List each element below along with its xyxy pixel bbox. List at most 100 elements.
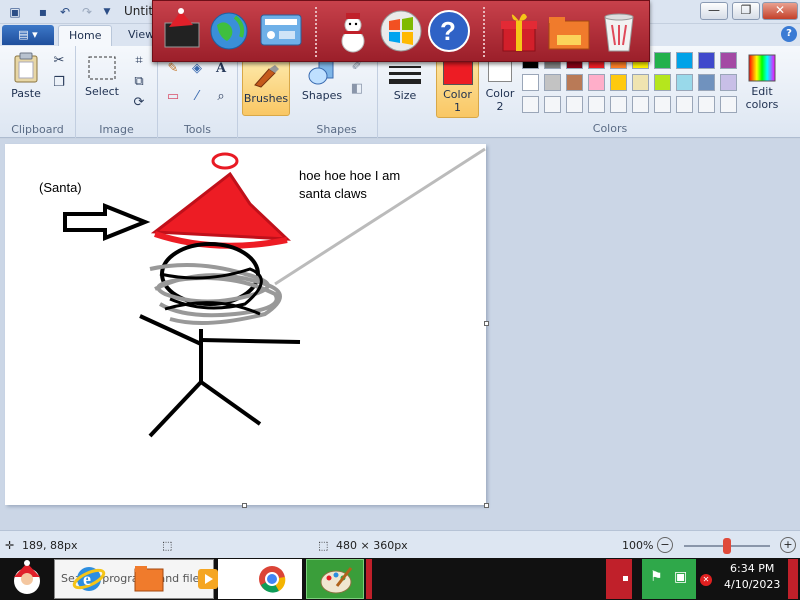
drawing-canvas[interactable]: (Santa) hoe hoe hoe I am santa claws xyxy=(5,144,486,505)
resize-handle-bottom[interactable] xyxy=(242,503,247,508)
paste-button[interactable]: Paste xyxy=(6,52,46,100)
santa-computer-icon[interactable] xyxy=(159,7,207,55)
magnifier-icon[interactable]: ⌕ xyxy=(212,88,230,106)
stick-leg-right xyxy=(199,380,262,426)
crop-icon[interactable]: ⌗ xyxy=(130,52,148,70)
zoom-slider-thumb[interactable] xyxy=(723,538,731,554)
palette-swatch[interactable] xyxy=(720,52,737,69)
clock-date[interactable]: 4/10/2023 xyxy=(724,578,780,591)
customize-toolbar-icon[interactable]: ▼ xyxy=(98,3,116,21)
color-picker-icon[interactable]: ⁄ xyxy=(188,88,206,106)
internet-explorer-icon[interactable]: e xyxy=(72,559,106,599)
copy-icon[interactable]: ❐ xyxy=(50,74,68,92)
drawing-layer: (Santa) hoe hoe hoe I am santa claws xyxy=(39,147,486,438)
palette-swatch[interactable] xyxy=(610,96,627,113)
windows-logo-icon[interactable] xyxy=(377,7,425,55)
palette-swatch[interactable] xyxy=(522,96,539,113)
edit-colors-button[interactable]: Edit colors xyxy=(742,54,782,111)
palette-swatch[interactable] xyxy=(654,74,671,91)
snowman-icon[interactable] xyxy=(329,7,377,55)
zoom-out-button[interactable]: − xyxy=(657,537,673,553)
status-bar: ✛ 189, 88px ⬚ ⬚ 480 × 360px 100% − + xyxy=(0,530,800,558)
folder-icon[interactable] xyxy=(545,7,593,55)
text-icon[interactable]: A xyxy=(212,60,230,78)
pencil-icon[interactable]: ✎ xyxy=(164,60,182,78)
palette-swatch[interactable] xyxy=(676,74,693,91)
action-center-flag-icon[interactable]: ⚑ xyxy=(650,569,663,585)
brushes-button[interactable]: Brushes xyxy=(242,60,290,116)
notification-area[interactable]: ⚑ ▣ xyxy=(642,559,696,599)
shapes-label: Shapes xyxy=(301,89,343,102)
palette-swatch[interactable] xyxy=(720,96,737,113)
palette-swatch[interactable] xyxy=(610,74,627,91)
palette-swatch[interactable] xyxy=(698,74,715,91)
paste-label: Paste xyxy=(11,87,41,100)
palette-swatch[interactable] xyxy=(544,96,561,113)
fill-shape-icon[interactable]: ◧ xyxy=(348,80,366,98)
palette-swatch[interactable] xyxy=(698,96,715,113)
eraser-icon[interactable]: ▭ xyxy=(164,88,182,106)
close-button[interactable]: ✕ xyxy=(762,2,798,20)
recycle-bin-icon[interactable] xyxy=(595,7,643,55)
selection-size-icon: ⬚ xyxy=(162,539,173,552)
tools-group-label: Tools xyxy=(183,123,212,136)
media-player-icon[interactable] xyxy=(196,559,220,599)
zoom-slider-track[interactable] xyxy=(684,538,770,554)
color2-index: 2 xyxy=(496,100,504,113)
shapes-button[interactable]: Shapes xyxy=(300,58,344,102)
size-button[interactable]: Size xyxy=(384,64,426,102)
rotate-icon[interactable]: ⟳ xyxy=(130,94,148,112)
paint-app-icon[interactable]: ▣ xyxy=(6,3,24,21)
select-icon xyxy=(88,56,116,80)
resize-handle-right[interactable] xyxy=(484,321,489,326)
gift-icon[interactable] xyxy=(495,7,543,55)
resize-handle-corner[interactable] xyxy=(484,503,489,508)
palette-swatch[interactable] xyxy=(654,52,671,69)
help-button[interactable]: ? xyxy=(781,26,797,42)
palette-swatch[interactable] xyxy=(566,74,583,91)
redo-icon[interactable]: ↷ xyxy=(78,3,96,21)
help-icon[interactable]: ? xyxy=(425,7,473,55)
palette-swatch[interactable] xyxy=(654,96,671,113)
network-icon[interactable]: ▣ xyxy=(674,569,687,585)
palette-swatch[interactable] xyxy=(522,74,539,91)
cut-icon[interactable]: ✂ xyxy=(50,52,68,70)
palette-swatch[interactable] xyxy=(720,74,737,91)
palette-swatch[interactable] xyxy=(566,96,583,113)
palette-swatch[interactable] xyxy=(676,52,693,69)
svg-text:?: ? xyxy=(440,16,456,46)
palette-swatch[interactable] xyxy=(588,74,605,91)
zoom-in-button[interactable]: + xyxy=(780,537,796,553)
select-button[interactable]: Select xyxy=(82,54,122,98)
fill-icon[interactable]: ◈ xyxy=(188,60,206,78)
paint-taskbar-button[interactable] xyxy=(306,559,364,599)
ie-logo-icon: e xyxy=(72,567,106,591)
save-icon[interactable]: ▪ xyxy=(34,3,52,21)
clock-time[interactable]: 6:34 PM xyxy=(730,562,774,575)
palette-swatch[interactable] xyxy=(698,52,715,69)
palette-swatch[interactable] xyxy=(544,74,561,91)
palette-swatch[interactable] xyxy=(588,96,605,113)
undo-icon[interactable]: ↶ xyxy=(56,3,74,21)
palette-swatch[interactable] xyxy=(632,96,649,113)
clipboard-group-label: Clipboard xyxy=(11,123,64,136)
clipboard-group: Paste ✂ ❐ Clipboard xyxy=(0,46,76,138)
tray-item-red[interactable] xyxy=(606,559,632,599)
file-menu-button[interactable]: ▤ ▾ xyxy=(2,25,54,45)
start-button[interactable] xyxy=(4,559,50,599)
santa-start-icon xyxy=(14,560,40,594)
globe-icon[interactable] xyxy=(205,7,253,55)
show-desktop-button[interactable] xyxy=(788,559,798,599)
tab-home[interactable]: Home xyxy=(58,25,113,46)
control-panel-icon[interactable] xyxy=(257,7,305,55)
maximize-button[interactable]: ❐ xyxy=(732,2,760,20)
palette-swatch[interactable] xyxy=(632,74,649,91)
tray-dot-icon xyxy=(623,576,628,581)
chrome-taskbar-button[interactable] xyxy=(218,559,302,599)
resize-icon[interactable]: ⧉ xyxy=(130,73,148,91)
minimize-button[interactable]: — xyxy=(700,2,728,20)
palette-swatch[interactable] xyxy=(676,96,693,113)
file-explorer-icon[interactable] xyxy=(132,559,166,599)
taskbar: Search programs and files e ⚑ ▣ ✕ 6:34 P… xyxy=(0,558,800,600)
hat-pom xyxy=(211,152,239,170)
